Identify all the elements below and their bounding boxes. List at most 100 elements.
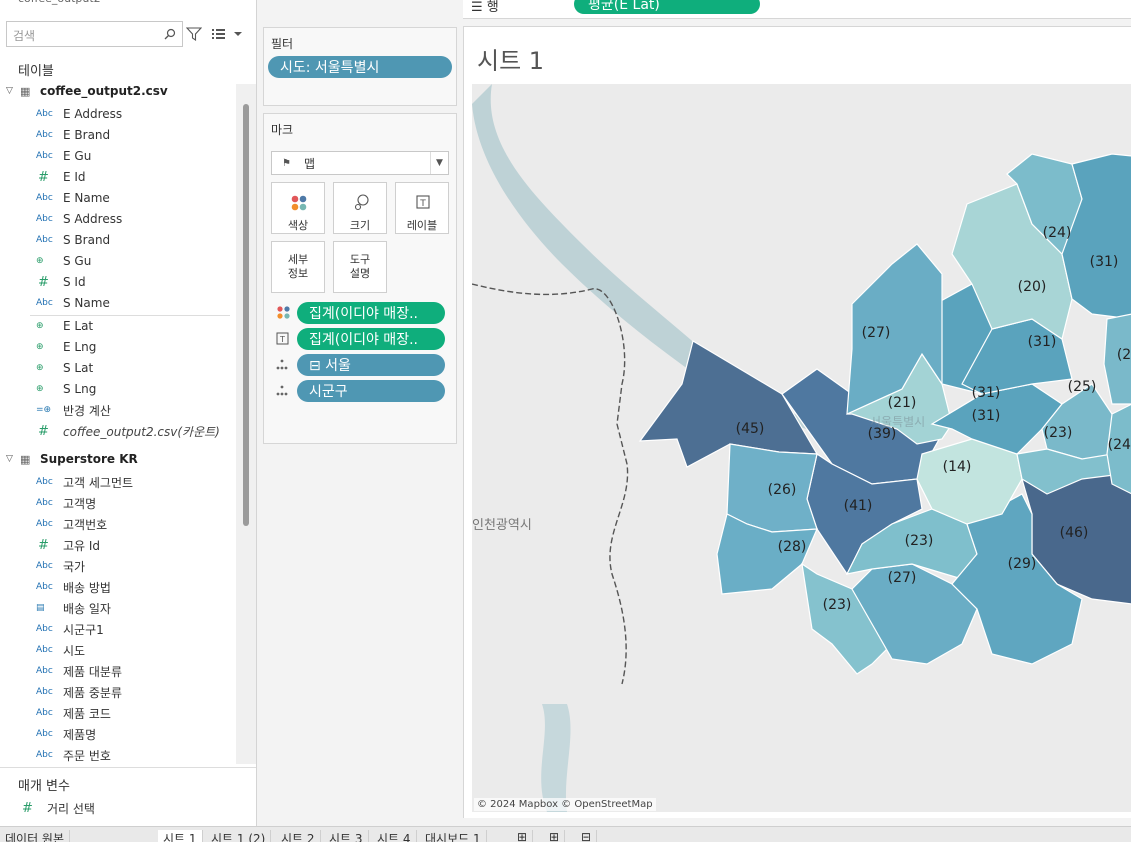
datasource-node[interactable]: ▽ ▦ Superstore KR — [6, 452, 138, 466]
district-count-label: (27) — [888, 570, 917, 586]
field-item[interactable]: Abc 제품 코드 — [36, 703, 111, 723]
mark-type-dropdown[interactable]: ⚑ 맵 ▼ — [271, 151, 449, 175]
filter-icon[interactable] — [186, 27, 202, 41]
chevron-down-icon: ▼ — [430, 152, 448, 174]
field-item[interactable]: ▤ 배송 일자 — [36, 598, 111, 618]
field-item[interactable]: Abc 제품 대분류 — [36, 661, 122, 681]
field-item[interactable]: Abc 제품 중분류 — [36, 682, 122, 702]
tab-sheet[interactable]: 시트 4 — [372, 830, 417, 842]
shelves-column: 필터 시도: 서울특별시 마크 ⚑ 맵 ▼ 색상 크기 T 레이블 세부 정보 … — [257, 0, 463, 826]
district-count-label: (24) — [1043, 225, 1072, 241]
svg-text:T: T — [279, 335, 285, 344]
field-item[interactable]: ⊕ S Lng — [36, 379, 96, 399]
field-item[interactable]: ⊕ S Gu — [36, 251, 91, 271]
datasource-node[interactable]: ▽ ▦ coffee_output2.csv — [6, 84, 168, 98]
size-button[interactable]: 크기 — [333, 182, 387, 234]
rows-label-text: 행 — [486, 0, 499, 15]
tooltip-button[interactable]: 도구 설명 — [333, 241, 387, 293]
rows-pill[interactable]: 평균(E Lat) — [574, 0, 760, 14]
field-label: S Gu — [63, 254, 92, 268]
table-icon: ▦ — [20, 452, 31, 466]
tab-sheet[interactable]: 시트 1 — [158, 830, 203, 842]
field-item[interactable]: Abc S Name — [36, 293, 110, 313]
string-type-icon: Abc — [36, 498, 53, 508]
field-item[interactable]: ⊕ E Lng — [36, 337, 96, 357]
string-type-icon: Abc — [36, 687, 53, 697]
color-button[interactable]: 색상 — [271, 182, 325, 234]
tab-sheet[interactable]: 대시보드 1 — [420, 830, 487, 842]
field-item[interactable]: ⊕ E Lat — [36, 316, 93, 336]
label-label: 레이블 — [406, 219, 438, 232]
mark-field-row[interactable]: 집계(이디야 매장.. — [275, 302, 445, 324]
field-item[interactable]: Abc 국가 — [36, 556, 85, 576]
chevron-down-icon[interactable] — [233, 29, 243, 39]
field-item[interactable]: =⊕ 반경 계산 — [36, 400, 111, 420]
label-button[interactable]: T 레이블 — [395, 182, 449, 234]
field-item[interactable]: Abc 고객 세그먼트 — [36, 472, 133, 492]
mark-field-row[interactable]: 시군구 — [275, 380, 445, 402]
field-item[interactable]: Abc 제품명 — [36, 724, 96, 744]
search-input[interactable]: 검색 — [6, 21, 183, 47]
tab-sheet[interactable]: 시트 2 — [276, 830, 321, 842]
mark-field-row[interactable]: T 집계(이디야 매장.. — [275, 328, 445, 350]
mark-pill[interactable]: 집계(이디야 매장.. — [297, 302, 445, 324]
rows-icon: ☰ — [471, 0, 487, 15]
field-item[interactable]: Abc 배송 방법 — [36, 577, 111, 597]
tab-data-source[interactable]: 데이터 원본 — [0, 830, 71, 842]
new-story-icon[interactable]: ⊟ — [576, 830, 598, 842]
field-label: S Lat — [63, 361, 94, 375]
scrollbar-thumb[interactable] — [243, 104, 249, 526]
field-item[interactable]: Abc E Name — [36, 188, 110, 208]
string-type-icon: Abc — [36, 729, 53, 739]
field-item[interactable]: Abc S Address — [36, 209, 122, 229]
expand-chevron-icon[interactable]: ▽ — [6, 454, 20, 464]
string-type-icon: Abc — [36, 561, 53, 571]
field-label: 시도 — [63, 643, 86, 658]
field-item[interactable]: Abc 시도 — [36, 640, 85, 660]
mark-pill[interactable]: 시군구 — [297, 380, 445, 402]
map-attribution[interactable]: © 2024 Mapbox © OpenStreetMap — [474, 798, 656, 811]
district-count-label: (27) — [862, 325, 891, 341]
datasource-header[interactable]: coffee_output2 — [18, 0, 101, 5]
field-item[interactable]: # coffee_output2.csv(카운트) — [36, 421, 220, 441]
sheet-tabs-bar: 데이터 원본 시트 1 시트 1 (2) 시트 2 시트 3 시트 4 대시보드 1 ⊞ ⊞ ⊟ — [0, 826, 1131, 842]
field-item[interactable]: ⊕ S Lat — [36, 358, 93, 378]
rows-shelf[interactable]: ☰ 행 평균(E Lat) — [463, 0, 1131, 19]
field-item[interactable]: Abc 시군구1 — [36, 619, 104, 639]
field-label: E Name — [63, 191, 110, 205]
datasource-name: Superstore KR — [40, 452, 138, 466]
field-item[interactable]: Abc E Gu — [36, 146, 91, 166]
field-label: 고객번호 — [63, 517, 108, 532]
field-item[interactable]: Abc 고객번호 — [36, 514, 107, 534]
choropleth-map[interactable]: (45) (39)(41)(46)(26)(28)(23)(27)(23)(29)… — [472, 84, 1131, 812]
field-label: S Address — [63, 212, 123, 226]
data-pane: coffee_output2 검색 테이블 ▽▦coffee_output2.c… — [0, 0, 257, 826]
filters-card[interactable]: 필터 시도: 서울특별시 — [263, 27, 457, 106]
field-item[interactable]: # S Id — [36, 272, 86, 292]
field-item[interactable]: Abc 고객명 — [36, 493, 96, 513]
map-view[interactable]: (45) (39) (41) (46) (26) (28) (23) (27) (23) (29)… — [472, 84, 1131, 812]
mark-pill[interactable]: 집계(이디야 매장.. — [297, 328, 445, 350]
string-type-icon: Abc — [36, 624, 53, 634]
string-type-icon: Abc — [36, 519, 53, 529]
detail-button[interactable]: 세부 정보 — [271, 241, 325, 293]
tab-sheet[interactable]: 시트 1 (2) — [206, 830, 272, 842]
field-item[interactable]: Abc E Brand — [36, 125, 110, 145]
new-worksheet-icon[interactable]: ⊞ — [512, 830, 534, 842]
string-type-icon: Abc — [36, 193, 53, 203]
map-mark-icon: ⚑ — [282, 157, 291, 169]
param-item[interactable]: # 거리 선택 — [20, 798, 95, 818]
mark-field-row[interactable]: ⊟ 서울 — [275, 354, 445, 376]
view-grid-icon[interactable] — [212, 27, 226, 41]
sheet-title[interactable]: 시트 1 — [477, 41, 544, 76]
filter-pill[interactable]: 시도: 서울특별시 — [268, 56, 452, 78]
field-item[interactable]: Abc E Address — [36, 104, 122, 124]
field-item[interactable]: # E Id — [36, 167, 86, 187]
expand-chevron-icon[interactable]: ▽ — [6, 86, 20, 96]
field-item[interactable]: # 고유 Id — [36, 535, 100, 555]
field-item[interactable]: Abc 주문 번호 — [36, 745, 111, 765]
new-dashboard-icon[interactable]: ⊞ — [544, 830, 566, 842]
mark-pill[interactable]: ⊟ 서울 — [297, 354, 445, 376]
tab-sheet[interactable]: 시트 3 — [324, 830, 369, 842]
field-item[interactable]: Abc S Brand — [36, 230, 110, 250]
